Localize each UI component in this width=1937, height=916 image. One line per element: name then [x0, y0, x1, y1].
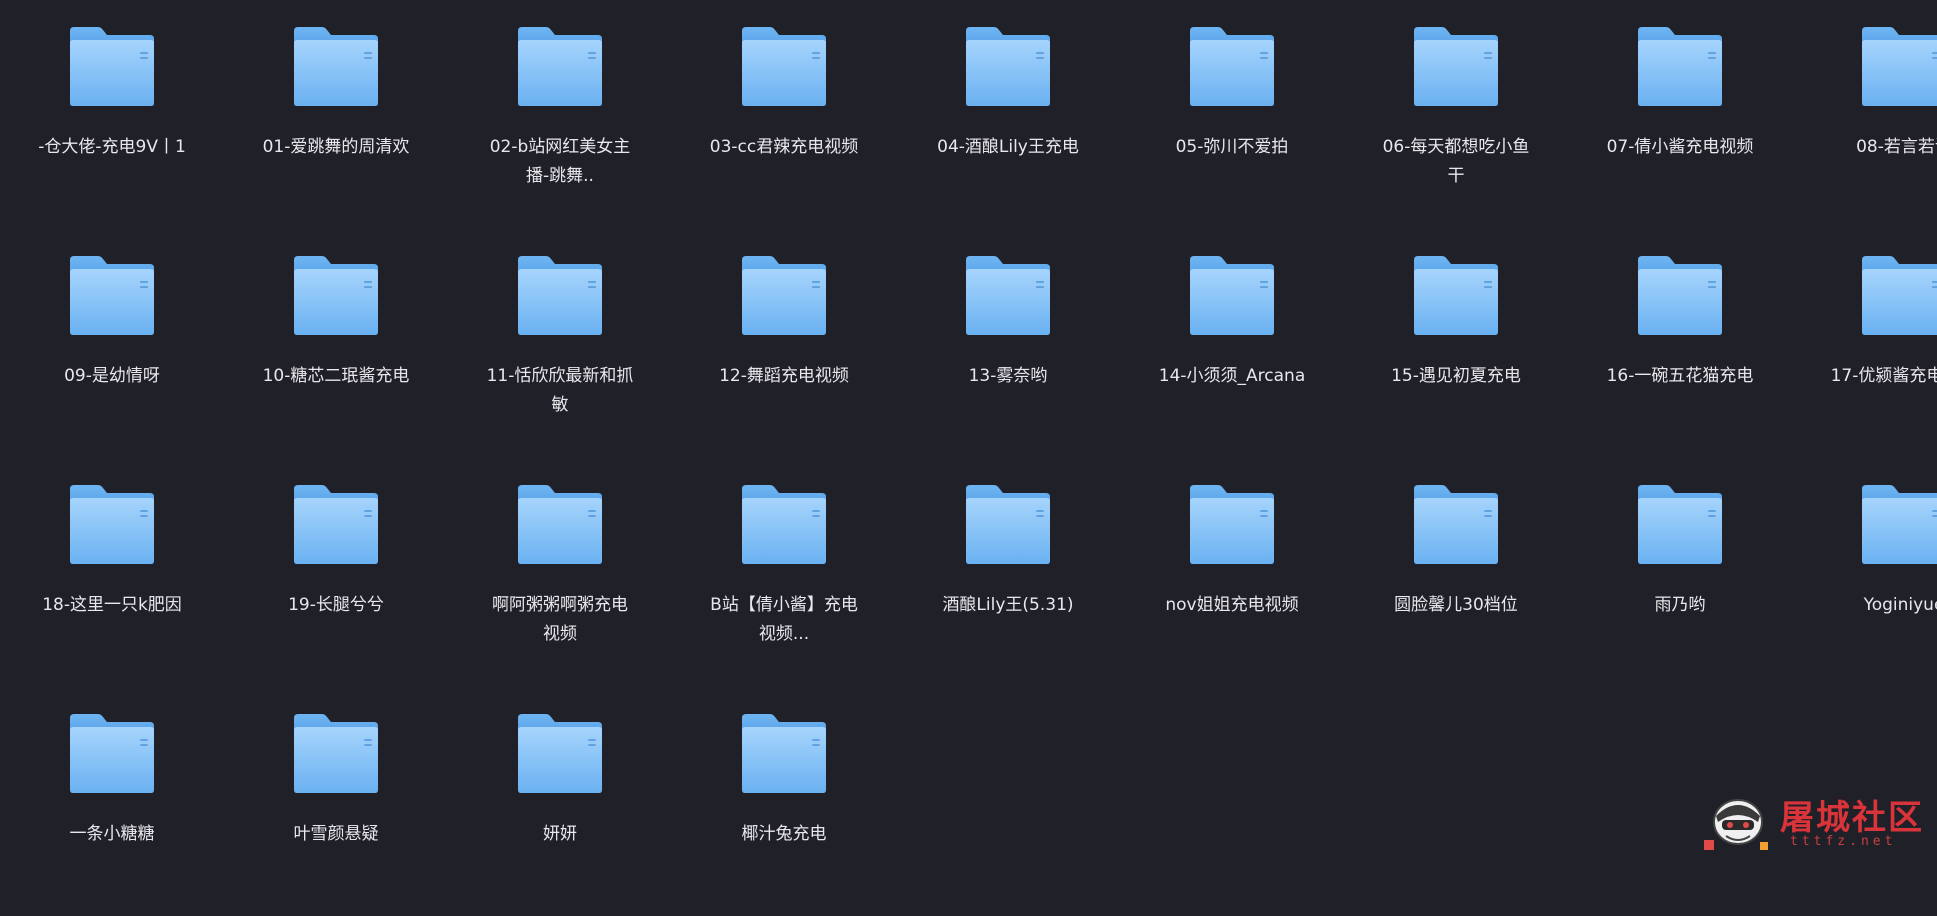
folder-icon	[70, 714, 154, 793]
folder-item[interactable]: 06-每天都想吃小鱼干	[1344, 0, 1568, 229]
folder-item[interactable]: 15-遇见初夏充电	[1344, 229, 1568, 458]
folder-label: -仓大佬-充电9V丨1	[38, 137, 186, 157]
folder-icon	[1862, 485, 1937, 564]
folder-item[interactable]: 酒酿Lily王(5.31)	[896, 458, 1120, 687]
folder-item[interactable]: 圆脸馨儿30档位	[1344, 458, 1568, 687]
folder-icon	[966, 256, 1050, 335]
folder-label: 19-长腿兮兮	[288, 595, 384, 615]
folder-item[interactable]: 14-小须须_Arcana	[1120, 229, 1344, 458]
folder-icon	[1638, 27, 1722, 106]
folder-icon	[70, 485, 154, 564]
folder-item[interactable]: 04-酒酿Lily王充电	[896, 0, 1120, 229]
folder-label: 02-b站网红美女主播-跳舞..	[489, 137, 631, 186]
folder-item[interactable]: 17-优颍酱充电视频	[1792, 229, 1937, 458]
folder-label: 10-糖芯二珉酱充电	[262, 366, 410, 386]
folder-icon	[70, 256, 154, 335]
folder-item[interactable]: 12-舞蹈充电视频	[672, 229, 896, 458]
folder-item[interactable]: 椰汁兔充电	[672, 687, 896, 916]
folder-icon	[966, 485, 1050, 564]
folder-item[interactable]: nov姐姐充电视频	[1120, 458, 1344, 687]
folder-label: 03-cc君辣充电视频	[709, 137, 859, 157]
folder-item[interactable]: 18-这里一只k肥因	[0, 458, 224, 687]
folder-label: 雨乃哟	[1654, 595, 1706, 615]
folder-icon	[1414, 256, 1498, 335]
folder-icon	[1862, 27, 1937, 106]
folder-label: Yoginiyue	[1863, 595, 1937, 615]
folder-icon	[1638, 485, 1722, 564]
folder-item[interactable]: 19-长腿兮兮	[224, 458, 448, 687]
folder-icon	[742, 714, 826, 793]
folder-item[interactable]: 妍妍	[448, 687, 672, 916]
folder-icon	[518, 27, 602, 106]
folder-label: 14-小须须_Arcana	[1158, 366, 1306, 386]
folder-item[interactable]: B站【倩小酱】充电视频...	[672, 458, 896, 687]
folder-label: 06-每天都想吃小鱼干	[1382, 137, 1530, 186]
folder-label: 12-舞蹈充电视频	[719, 366, 849, 386]
folder-label: 15-遇见初夏充电	[1391, 366, 1521, 386]
folder-icon	[70, 27, 154, 106]
folder-label: 16-一碗五花猫充电	[1606, 366, 1754, 386]
folder-label: 09-是幼情呀	[64, 366, 160, 386]
folder-icon	[1414, 27, 1498, 106]
folder-label: 叶雪颜悬疑	[293, 824, 379, 844]
folder-grid: -仓大佬-充电9V丨1 01-爱跳舞的周清欢 02-b站网红美女主播-跳舞.. …	[0, 0, 1937, 864]
folder-item[interactable]: 07-倩小酱充电视频	[1568, 0, 1792, 229]
folder-label: 01-爱跳舞的周清欢	[262, 137, 410, 157]
folder-label: 13-雾奈哟	[968, 366, 1048, 386]
folder-icon	[742, 256, 826, 335]
folder-item[interactable]: 一条小糖糖	[0, 687, 224, 916]
folder-label: 17-优颍酱充电视频	[1830, 366, 1937, 386]
folder-icon	[294, 485, 378, 564]
folder-item[interactable]: 10-糖芯二珉酱充电	[224, 229, 448, 458]
folder-icon	[1414, 485, 1498, 564]
folder-item[interactable]: 03-cc君辣充电视频	[672, 0, 896, 229]
folder-item[interactable]: Yoginiyue	[1792, 458, 1937, 687]
watermark-title: 屠城社区	[1780, 798, 1924, 838]
folder-icon	[1190, 27, 1274, 106]
folder-item[interactable]: 啊阿粥粥啊粥充电视频	[448, 458, 672, 687]
folder-item[interactable]: 08-若言若语	[1792, 0, 1937, 229]
folder-item[interactable]: 11-恬欣欣最新和抓敏	[448, 229, 672, 458]
watermark-subtitle: tttfz.net	[1790, 834, 1897, 849]
folder-icon	[1862, 256, 1937, 335]
folder-item[interactable]: 02-b站网红美女主播-跳舞..	[448, 0, 672, 229]
folder-label: 08-若言若语	[1856, 137, 1937, 157]
folder-item[interactable]: 01-爱跳舞的周清欢	[224, 0, 448, 229]
folder-label: B站【倩小酱】充电视频...	[710, 595, 858, 644]
folder-label: 妍妍	[543, 824, 577, 844]
folder-label: nov姐姐充电视频	[1165, 595, 1299, 615]
folder-icon	[1638, 256, 1722, 335]
folder-item[interactable]: 雨乃哟	[1568, 458, 1792, 687]
folder-icon	[1190, 256, 1274, 335]
folder-label: 11-恬欣欣最新和抓敏	[486, 366, 634, 415]
folder-item[interactable]: 叶雪颜悬疑	[224, 687, 448, 916]
folder-item[interactable]: 05-弥川不爱拍	[1120, 0, 1344, 229]
mascot-logo-icon	[1704, 799, 1768, 850]
folder-label: 18-这里一只k肥因	[42, 595, 182, 615]
folder-label: 一条小糖糖	[69, 824, 155, 844]
folder-icon	[742, 27, 826, 106]
folder-icon	[518, 714, 602, 793]
folder-icon	[294, 714, 378, 793]
watermark: 屠城社区 tttfz.net	[1698, 786, 1923, 858]
folder-label: 啊阿粥粥啊粥充电视频	[492, 595, 628, 644]
folder-label: 07-倩小酱充电视频	[1606, 137, 1754, 157]
folder-item[interactable]: -仓大佬-充电9V丨1	[0, 0, 224, 229]
folder-icon	[518, 256, 602, 335]
folder-label: 圆脸馨儿30档位	[1394, 595, 1518, 615]
folder-icon	[742, 485, 826, 564]
folder-label: 05-弥川不爱拍	[1175, 137, 1289, 157]
folder-icon	[518, 485, 602, 564]
folder-icon	[966, 27, 1050, 106]
folder-label: 04-酒酿Lily王充电	[937, 137, 1079, 157]
folder-item[interactable]: 16-一碗五花猫充电	[1568, 229, 1792, 458]
folder-icon	[294, 27, 378, 106]
folder-item[interactable]: 09-是幼情呀	[0, 229, 224, 458]
folder-label: 酒酿Lily王(5.31)	[942, 595, 1074, 615]
folder-item[interactable]: 13-雾奈哟	[896, 229, 1120, 458]
folder-icon	[1190, 485, 1274, 564]
folder-label: 椰汁兔充电	[741, 824, 827, 844]
folder-icon	[294, 256, 378, 335]
